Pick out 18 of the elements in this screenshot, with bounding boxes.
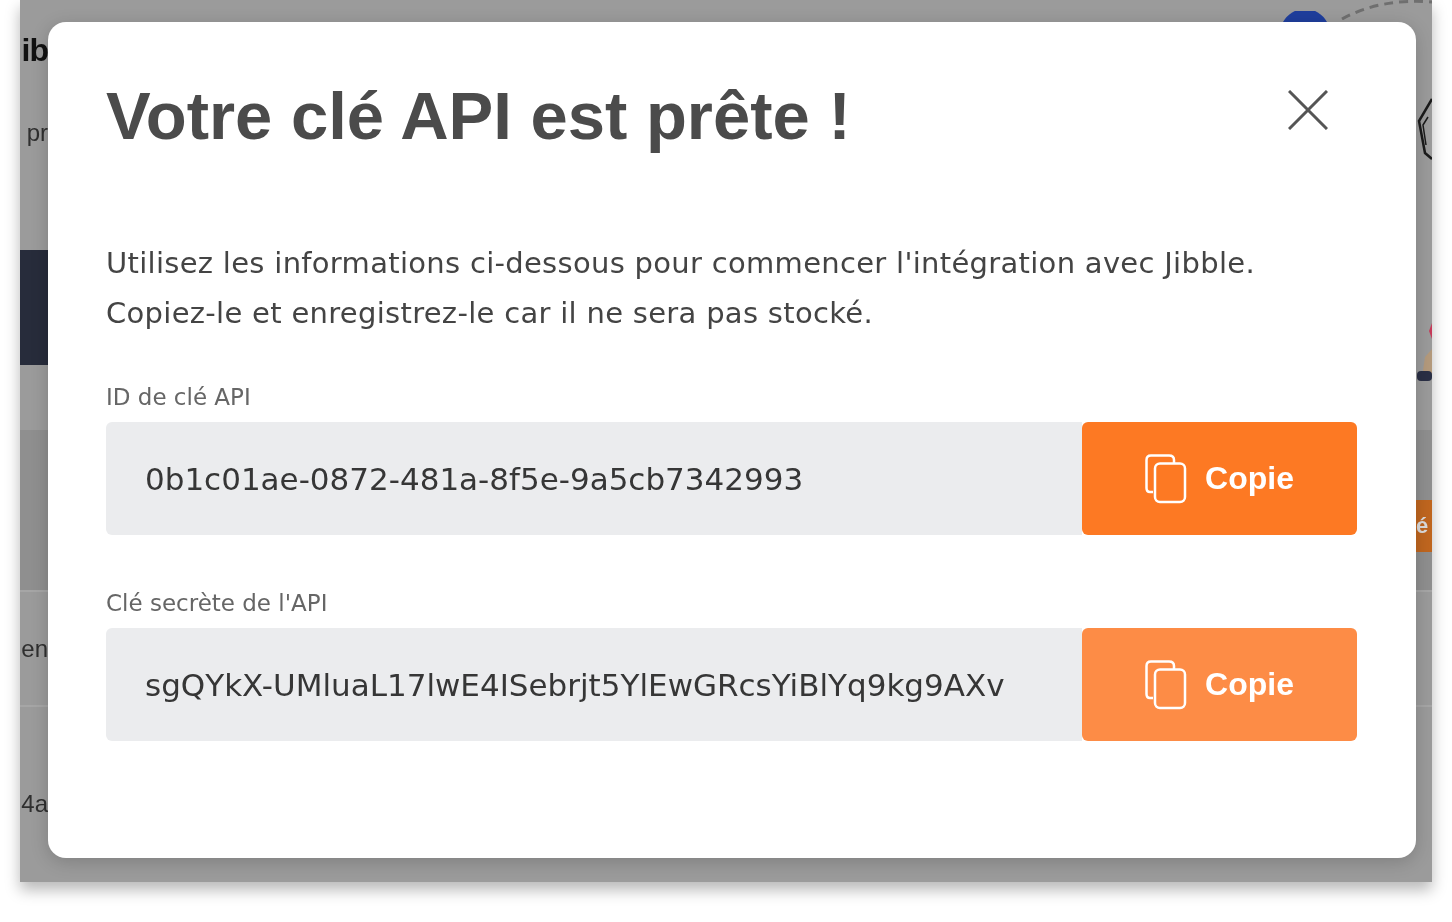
api-key-field[interactable]: 0b1c01ae-0872-481a-8f5e-9a5cb7342993	[106, 422, 1082, 535]
page-text: 4a	[21, 789, 48, 819]
heading-text: ib	[21, 31, 48, 70]
field-label: ID de clé API	[106, 383, 251, 412]
dialog-title: Votre clé API est prête !	[106, 77, 851, 155]
copy-button[interactable]: Copie	[1082, 422, 1357, 535]
avatar-icon	[1280, 11, 1330, 22]
page-text: en	[21, 634, 48, 664]
copy-icon	[1145, 659, 1188, 710]
page-text: pr	[26, 118, 48, 148]
api-key-field[interactable]: sgQYkX-UMluaL17lwE4ISebrjt5YlEwGRcsYiBlYq9kg9AXv	[106, 628, 1082, 741]
copy-button[interactable]: Copie	[1082, 628, 1357, 741]
dialog-description: Utilisez les informations ci-dessous pour commencer l'intégration avec Jibble. Copiez-le et enregistrez-le car il ne sera pas stocké.	[106, 245, 1256, 332]
field-label: Clé secrète de l'API	[106, 589, 328, 618]
copy-icon	[1145, 453, 1188, 504]
close-button[interactable]	[1288, 90, 1328, 130]
partial-button[interactable]: é	[1416, 500, 1432, 552]
close-icon	[1288, 90, 1328, 130]
